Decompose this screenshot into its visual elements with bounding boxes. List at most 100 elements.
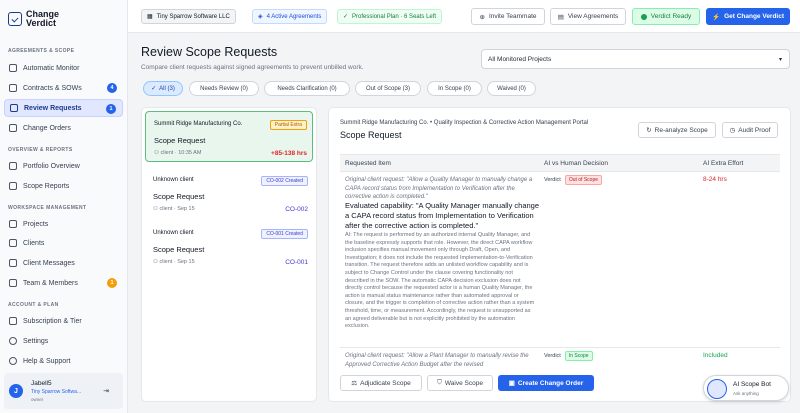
filter-needs-clarification[interactable]: Needs Clarification (0) <box>264 81 350 96</box>
evaluated-capability: Evaluated capability: "A Quality Manager… <box>345 201 540 230</box>
check-icon: ✓ <box>343 14 349 20</box>
filter-label: Needs Clarification (0) <box>277 85 337 92</box>
reanalyze-scope-button[interactable]: ↻ Re-analyze Scope <box>638 122 716 138</box>
view-agreements-button[interactable]: ▤ View Agreements <box>550 8 626 25</box>
status-dot-icon <box>640 13 647 20</box>
page-title: Review Scope Requests <box>141 45 278 59</box>
card-icon <box>9 317 17 325</box>
card-status-badge: Partial Extra <box>269 120 307 130</box>
topbar: ▦ Tiny Sparrow Software LLC ◈ 4 Active Agr… <box>128 0 800 33</box>
project-select-value: All Monitored Projects <box>488 55 552 63</box>
audit-proof-button[interactable]: ◷ Audit Proof <box>722 122 778 138</box>
card-effort: +85-138 hrs <box>271 150 307 157</box>
verdict-ready-badge[interactable]: Verdict Ready <box>632 8 700 25</box>
sidebar-item-automatic-monitor[interactable]: Automatic Monitor <box>4 59 123 77</box>
request-card-3[interactable]: Unknown client CO-001 Created Scope Requ… <box>145 221 313 272</box>
sidebar-item-label: Review Requests <box>24 104 82 112</box>
sidebar-item-label: Team & Members <box>23 279 78 287</box>
portfolio-icon <box>9 162 17 170</box>
filter-needs-review[interactable]: Needs Review (0) <box>189 81 259 96</box>
audit-label: Audit Proof <box>738 126 771 134</box>
gear-icon <box>9 337 17 345</box>
check-icon: ✓ <box>151 86 157 92</box>
page-subtitle: Compare client requests against signed a… <box>141 64 364 71</box>
sidebar-item-help[interactable]: Help & Support <box>4 352 123 370</box>
project-select[interactable]: All Monitored Projects ▾ <box>481 49 790 69</box>
invite-teammate-button[interactable]: ⊕ Invite Teammate <box>471 8 545 25</box>
filter-out-of-scope[interactable]: Out of Scope (3) <box>355 81 421 96</box>
card-title: Scope Request <box>153 245 205 254</box>
filter-in-scope[interactable]: In Scope (0) <box>427 81 482 96</box>
org-pill[interactable]: ▦ Tiny Sparrow Software LLC <box>141 9 236 24</box>
sidebar-item-label: Clients <box>23 239 45 247</box>
filter-waived[interactable]: Waived (0) <box>487 81 536 96</box>
sidebar-item-label: Subscription & Tier <box>23 317 82 325</box>
plus-doc-icon: ▣ <box>508 380 515 387</box>
plan-pill[interactable]: ✓ Professional Plan · 6 Seats Left <box>337 9 443 24</box>
sidebar: Change Verdict AGREEMENTS & SCOPE Automa… <box>0 0 128 413</box>
sidebar-item-change-orders[interactable]: Change Orders <box>4 119 123 137</box>
card-title: Scope Request <box>154 136 206 145</box>
bolt-icon: ⚡ <box>711 13 721 21</box>
ai-scope-bot-button[interactable]: AI Scope Bot Ask anything <box>703 375 789 401</box>
sidebar-item-subscription[interactable]: Subscription & Tier <box>4 312 123 330</box>
filter-all[interactable]: ✓ All (3) <box>143 81 183 96</box>
sidebar-item-review-requests[interactable]: Review Requests 1 <box>4 99 123 117</box>
sidebar-item-client-messages[interactable]: Client Messages <box>4 254 123 272</box>
sidebar-item-projects[interactable]: Projects <box>4 215 123 233</box>
verdict-cell: Verdict In Scope <box>544 351 593 361</box>
card-company: Unknown client <box>153 230 194 236</box>
logo[interactable]: Change Verdict <box>8 10 59 28</box>
sidebar-item-label: Client Messages <box>23 259 75 267</box>
sidebar-item-clients[interactable]: Clients <box>4 234 123 252</box>
bot-icon <box>707 379 727 399</box>
avatar: J <box>9 384 23 398</box>
team-badge: 1 <box>107 278 117 288</box>
table-row[interactable]: Original client request: "Allow a Qualit… <box>340 172 780 348</box>
verdict-label: Verdict <box>544 353 561 359</box>
sidebar-item-portfolio[interactable]: Portfolio Overview <box>4 157 123 175</box>
sidebar-item-settings[interactable]: Settings <box>4 332 123 350</box>
create-change-order-button[interactable]: ▣ Create Change Order <box>498 375 594 391</box>
header-decision: AI vs Human Decision <box>544 160 608 167</box>
original-request-quote: Original client request: "Allow a Qualit… <box>345 177 533 200</box>
table-header: Requested Item AI vs Human Decision AI E… <box>340 154 780 172</box>
user-card[interactable]: J Jabell5 Tiny Sparrow Softwa... owner ⇥ <box>4 373 123 409</box>
change-order-icon <box>9 124 17 132</box>
request-card-2[interactable]: Unknown client CO-002 Created Scope Requ… <box>145 168 313 219</box>
bot-subtitle: Ask anything <box>733 391 759 396</box>
logout-icon[interactable]: ⇥ <box>103 387 109 395</box>
report-icon <box>9 182 17 190</box>
card-status-badge: CO-002 Created <box>261 176 308 186</box>
card-title: Scope Request <box>153 192 205 201</box>
waive-scope-button[interactable]: ⛉ Waive Scope <box>427 375 493 391</box>
sidebar-item-contracts[interactable]: Contracts & SOWs 4 <box>4 79 123 97</box>
get-change-verdict-button[interactable]: ⚡ Get Change Verdict <box>706 8 790 25</box>
request-list: Summit Ridge Manufacturing Co. Partial E… <box>141 107 317 402</box>
clock-icon: ◷ <box>729 127 736 134</box>
card-company: Unknown client <box>153 177 194 183</box>
card-meta: ⚇ client · 10:35 AM <box>154 150 201 156</box>
agreements-pill[interactable]: ◈ 4 Active Agreements <box>252 9 328 24</box>
card-change-order-link[interactable]: CO-001 <box>285 259 308 266</box>
card-change-order-link[interactable]: CO-002 <box>285 206 308 213</box>
team-icon <box>9 279 17 287</box>
sidebar-item-team[interactable]: Team & Members 1 <box>4 274 123 292</box>
section-workspace: WORKSPACE MANAGEMENT <box>8 205 87 211</box>
refresh-icon: ↻ <box>646 127 652 134</box>
sidebar-item-label: Change Orders <box>23 124 71 132</box>
folder-icon <box>9 220 17 228</box>
logo-line-2: Verdict <box>26 18 57 28</box>
card-meta: ⚇ client · Sep 15 <box>153 259 195 265</box>
request-card-1[interactable]: Summit Ridge Manufacturing Co. Partial E… <box>145 111 313 162</box>
adjudicate-scope-button[interactable]: ⚖ Adjudicate Scope <box>340 375 422 391</box>
header-extra-effort: AI Extra Effort <box>703 160 744 167</box>
extra-effort-value: 8-24 hrs <box>703 176 727 183</box>
sidebar-item-scope-reports[interactable]: Scope Reports <box>4 177 123 195</box>
view-agreements-label: View Agreements <box>567 13 619 20</box>
sidebar-item-label: Scope Reports <box>23 182 70 190</box>
clients-icon <box>9 239 17 247</box>
sidebar-item-label: Portfolio Overview <box>23 162 80 170</box>
bot-name: AI Scope Bot <box>733 381 771 388</box>
verdict-badge: Out of Scope <box>564 175 603 185</box>
